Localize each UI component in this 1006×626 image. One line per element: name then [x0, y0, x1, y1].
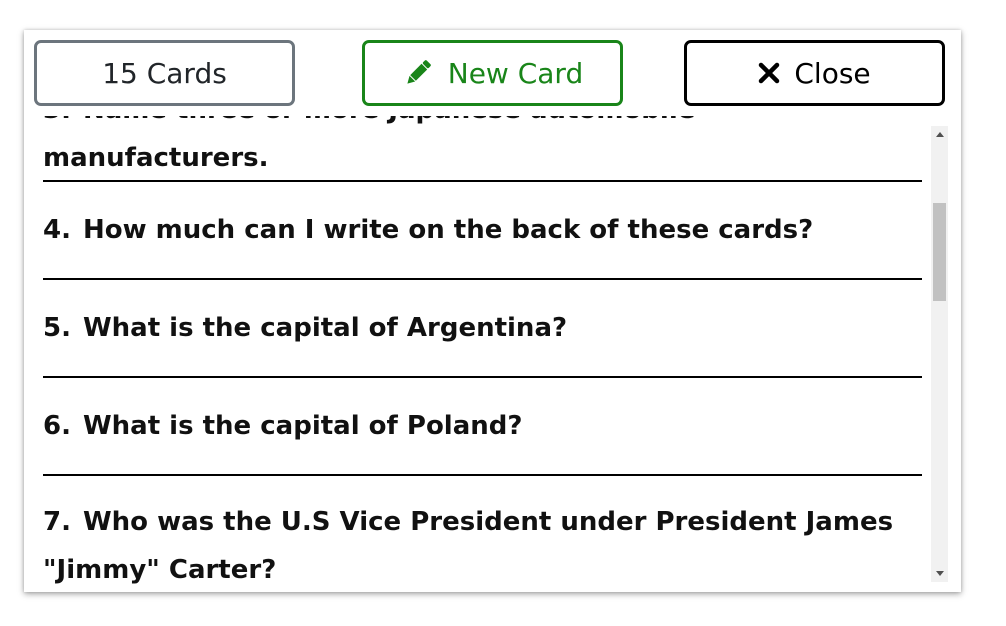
scrollbar[interactable] — [931, 126, 948, 582]
card-number: 5. — [43, 313, 71, 343]
card-item-7[interactable]: 7. Who was the U.S Vice President under P… — [43, 476, 922, 592]
card-list[interactable]: 3.Name three or more Japanese automobile… — [24, 116, 961, 592]
card-item-4[interactable]: 4. How much can I write on the back of th… — [43, 182, 922, 280]
scroll-thumb[interactable] — [933, 203, 946, 301]
card-list-panel: 15 Cards New Card Close 3.Name three or … — [24, 30, 961, 592]
card-question: Who was the U.S Vice President under Pre… — [43, 507, 894, 585]
pencil-icon — [402, 57, 434, 89]
close-label: Close — [794, 56, 871, 90]
card-item-5[interactable]: 5. What is the capital of Argentina? — [43, 280, 922, 378]
card-question: What is the capital of Argentina? — [82, 313, 568, 343]
card-item-3[interactable]: 3.Name three or more Japanese automobile… — [43, 116, 922, 182]
new-card-label: New Card — [447, 56, 584, 90]
x-icon — [758, 62, 780, 84]
card-item-6[interactable]: 6. What is the capital of Poland? — [43, 378, 922, 476]
card-question: How much can I write on the back of thes… — [82, 215, 814, 245]
close-button[interactable]: Close — [684, 40, 945, 106]
card-number: 7. — [43, 507, 71, 537]
new-card-button[interactable]: New Card — [362, 40, 623, 106]
card-number: 6. — [43, 411, 71, 441]
card-count-label: 15 Cards — [102, 56, 227, 90]
card-number: 4. — [43, 215, 71, 245]
card-question: Name three or more Japanese automobile m… — [43, 116, 695, 173]
card-question: What is the capital of Poland? — [82, 411, 523, 441]
card-count-button[interactable]: 15 Cards — [34, 40, 295, 106]
scroll-up-arrow-icon[interactable] — [931, 126, 948, 143]
scroll-down-arrow-icon[interactable] — [931, 565, 948, 582]
card-number: 3. — [43, 116, 71, 125]
